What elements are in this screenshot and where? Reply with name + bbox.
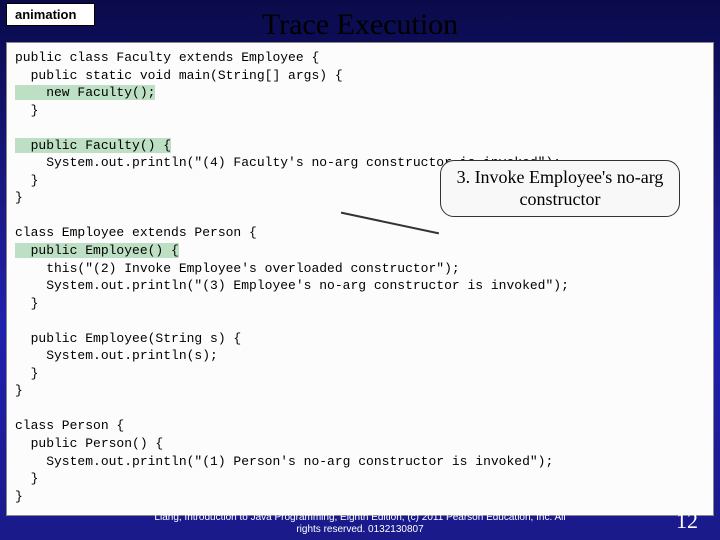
code-line: System.out.println(s); bbox=[15, 348, 218, 363]
code-line: } bbox=[15, 296, 38, 311]
code-line: public Person() { bbox=[15, 436, 163, 451]
code-line: System.out.println("(1) Person's no-arg … bbox=[15, 454, 553, 469]
code-line: class Person { bbox=[15, 418, 124, 433]
code-line: } bbox=[15, 489, 23, 504]
code-line: class Employee extends Person { bbox=[15, 225, 257, 240]
animation-tag: animation bbox=[6, 3, 95, 26]
code-line: } bbox=[15, 471, 38, 486]
footer-line: Liang, Introduction to Java Programming,… bbox=[154, 512, 565, 523]
code-line-highlight: public Faculty() { bbox=[15, 138, 171, 153]
page-number: 12 bbox=[676, 508, 698, 534]
code-line: public Employee(String s) { bbox=[15, 331, 241, 346]
code-line: } bbox=[15, 173, 38, 188]
code-line: public class Faculty extends Employee { bbox=[15, 50, 319, 65]
code-line: } bbox=[15, 383, 23, 398]
code-line: } bbox=[15, 190, 23, 205]
footer-citation: Liang, Introduction to Java Programming,… bbox=[0, 512, 720, 536]
code-line: System.out.println("(3) Employee's no-ar… bbox=[15, 278, 569, 293]
code-line: public static void main(String[] args) { bbox=[15, 68, 343, 83]
code-line-highlight: new Faculty(); bbox=[15, 85, 155, 100]
footer-line: rights reserved. 0132130807 bbox=[296, 524, 423, 535]
callout-box: 3. Invoke Employee's no-arg constructor bbox=[440, 160, 680, 217]
code-line-highlight: public Employee() { bbox=[15, 243, 179, 258]
code-line: } bbox=[15, 366, 38, 381]
code-block: public class Faculty extends Employee { … bbox=[6, 42, 714, 516]
slide-title: Trace Execution bbox=[0, 8, 720, 42]
code-line: this("(2) Invoke Employee's overloaded c… bbox=[15, 261, 460, 276]
code-line: } bbox=[15, 103, 38, 118]
